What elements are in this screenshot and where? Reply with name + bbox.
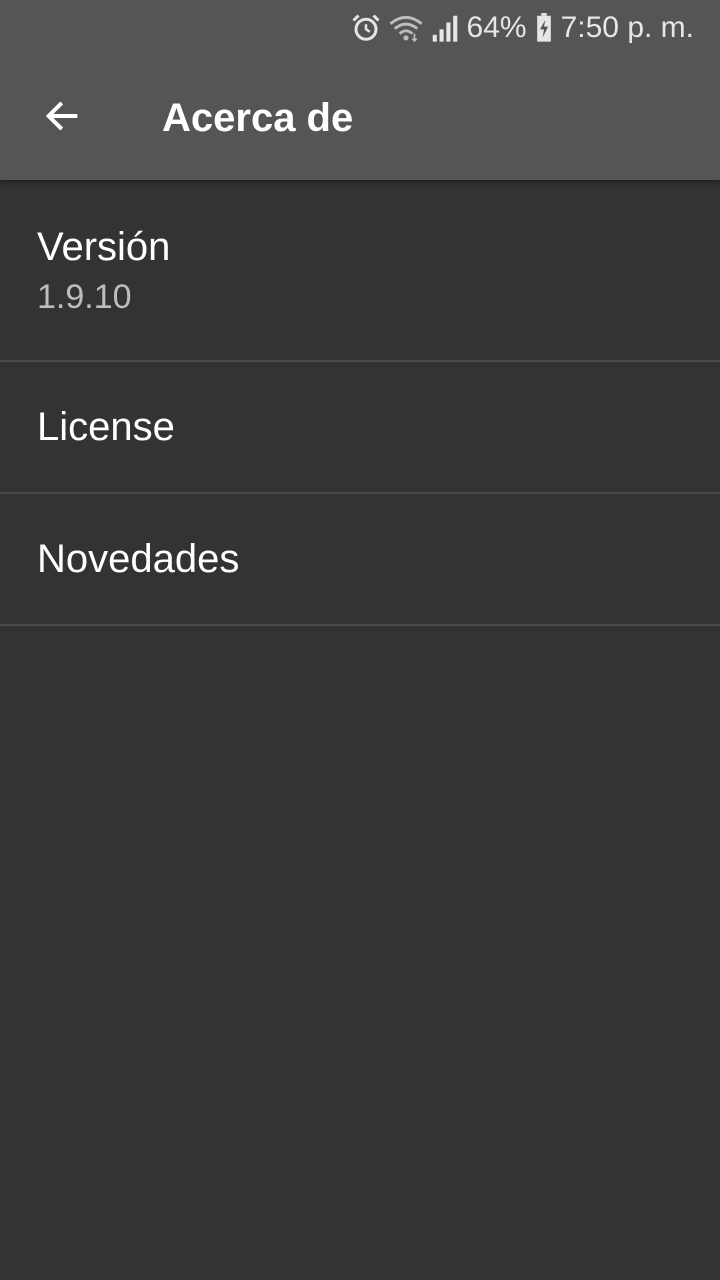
app-toolbar: Acerca de	[0, 56, 720, 180]
pref-item-whats-new[interactable]: Novedades	[0, 494, 720, 626]
wifi-icon	[389, 13, 423, 43]
pref-item-title: License	[37, 405, 175, 449]
page-title: Acerca de	[162, 95, 354, 140]
pref-item-title: Novedades	[37, 537, 240, 581]
alarm-icon	[351, 13, 381, 43]
battery-percent: 64%	[466, 11, 527, 44]
status-bar: 64% 7:50 p. m.	[0, 0, 720, 56]
pref-item-title: Versión	[37, 224, 171, 269]
battery-charging-icon	[535, 13, 553, 43]
pref-item-version[interactable]: Versión 1.9.10	[0, 180, 720, 362]
preference-list: Versión 1.9.10 License Novedades	[0, 180, 720, 1280]
pref-item-summary: 1.9.10	[37, 277, 132, 316]
back-button[interactable]	[30, 86, 94, 150]
signal-icon	[431, 13, 459, 43]
pref-item-license[interactable]: License	[0, 362, 720, 494]
arrow-left-icon	[42, 96, 82, 141]
status-time: 7:50 p. m.	[560, 11, 694, 44]
